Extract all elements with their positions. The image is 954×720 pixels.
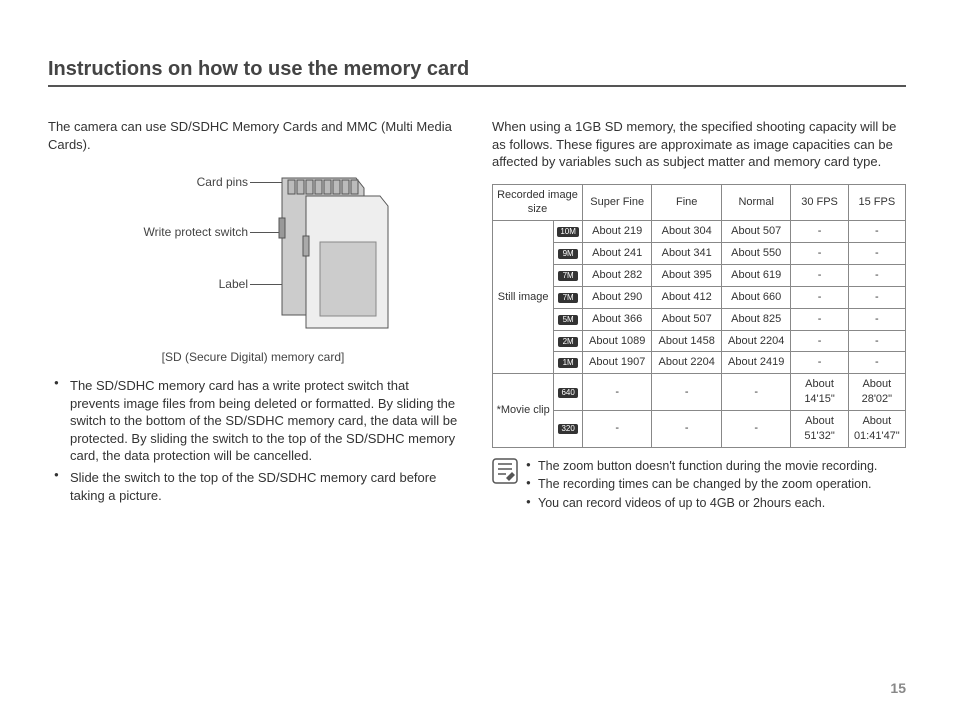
table-row: 7M About 290 About 412 About 660 - - [493, 286, 906, 308]
label-switch: Write protect switch [128, 224, 248, 240]
group-still: Still image [493, 221, 554, 374]
size-icon: 9M [558, 249, 578, 259]
size-icon: 320 [558, 424, 578, 434]
table-row: 9M About 241 About 341 About 550 - - [493, 243, 906, 265]
label-pins: Card pins [128, 174, 248, 190]
note-1: The zoom button doesn't function during … [526, 458, 877, 475]
note-2: The recording times can be changed by th… [526, 476, 877, 493]
th-super-fine: Super Fine [582, 184, 652, 221]
note-box: The zoom button doesn't function during … [492, 458, 906, 515]
sd-card-svg [276, 170, 416, 330]
th-normal: Normal [721, 184, 791, 221]
page-title: Instructions on how to use the memory ca… [48, 58, 906, 87]
size-icon: 1M [558, 358, 578, 368]
left-bullet-1: The SD/SDHC memory card has a write prot… [62, 377, 458, 465]
left-column: The camera can use SD/SDHC Memory Cards … [48, 105, 458, 514]
intro-right: When using a 1GB SD memory, the specifie… [492, 118, 906, 171]
size-icon: 7M [558, 293, 578, 303]
left-bullet-list: The SD/SDHC memory card has a write prot… [48, 377, 458, 504]
table-row: *Movie clip 640 - - - About 14'15" About… [493, 374, 906, 411]
th-recorded: Recorded image size [493, 184, 583, 221]
note-icon [492, 458, 518, 484]
diagram-caption: [SD (Secure Digital) memory card] [48, 349, 458, 365]
table-row: 5M About 366 About 507 About 825 - - [493, 308, 906, 330]
th-15fps: 15 FPS [848, 184, 905, 221]
size-icon: 2M [558, 337, 578, 347]
page-number: 15 [890, 680, 906, 696]
left-bullet-2: Slide the switch to the top of the SD/SD… [62, 469, 458, 504]
right-column: When using a 1GB SD memory, the specifie… [492, 105, 906, 514]
size-icon: 10M [557, 227, 579, 237]
size-icon: 7M [558, 271, 578, 281]
table-row: 320 - - - About 51'32" About 01:41'47" [493, 410, 906, 447]
sd-card-diagram: Card pins Write protect switch Label [48, 166, 458, 341]
table-row: 7M About 282 About 395 About 619 - - [493, 265, 906, 287]
note-3: You can record videos of up to 4GB or 2h… [526, 495, 877, 512]
size-icon: 5M [558, 315, 578, 325]
table-row: 2M About 1089 About 1458 About 2204 - - [493, 330, 906, 352]
table-row: 1M About 1907 About 2204 About 2419 - - [493, 352, 906, 374]
table-row: Still image 10M About 219 About 304 Abou… [493, 221, 906, 243]
intro-left: The camera can use SD/SDHC Memory Cards … [48, 118, 458, 153]
label-label: Label [128, 276, 248, 292]
th-30fps: 30 FPS [791, 184, 848, 221]
size-icon: 640 [558, 388, 578, 398]
group-movie: *Movie clip [493, 374, 554, 447]
th-fine: Fine [652, 184, 722, 221]
capacity-table: Recorded image size Super Fine Fine Norm… [492, 184, 906, 448]
